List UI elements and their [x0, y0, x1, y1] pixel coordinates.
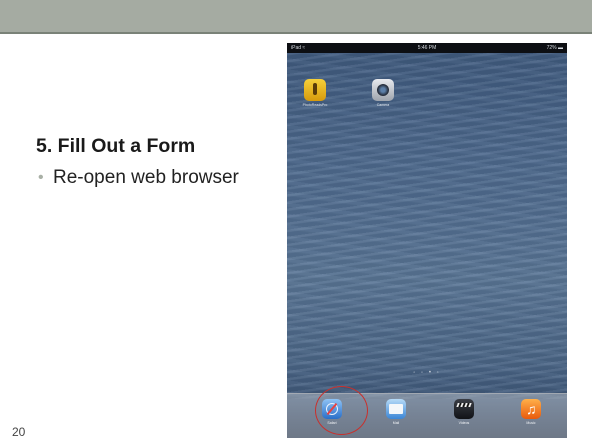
dock-app-videos[interactable]: Videos [447, 399, 481, 426]
status-time: 5:46 PM [417, 45, 437, 51]
app-photoreadpro[interactable]: PhotoReadsPro [298, 79, 332, 108]
app-label: Videos [458, 421, 470, 425]
slide-header-divider [0, 32, 592, 34]
app-label: PhotoReadsPro [302, 103, 328, 107]
ipad-screenshot: iPad ≈ 5:46 PM 72% ▬ PhotoReadsPro Camer… [287, 43, 567, 438]
slide-title: 5. Fill Out a Form [36, 135, 196, 157]
music-icon[interactable]: ♫ [521, 399, 541, 419]
bullet-dot-icon: • [38, 169, 44, 186]
slide-header-bar [0, 0, 592, 32]
app-label: Camera [376, 103, 390, 107]
bullet-text: Re-open web browser [53, 167, 239, 188]
app-label: Mail [392, 421, 400, 425]
camera-icon[interactable] [372, 79, 394, 101]
highlight-circle-safari [315, 386, 368, 435]
dock-app-mail[interactable]: Mail [379, 399, 413, 426]
mail-icon[interactable] [386, 399, 406, 419]
app-label: Music [526, 421, 536, 425]
photoreadpro-icon[interactable] [304, 79, 326, 101]
status-bar: iPad ≈ 5:46 PM 72% ▬ [287, 43, 567, 53]
status-battery: 72% ▬ [546, 45, 563, 51]
dock-app-music[interactable]: ♫ Music [514, 399, 548, 426]
slide-number: 20 [12, 425, 26, 439]
bullet-list: • Re-open web browser [36, 166, 256, 189]
videos-icon[interactable] [454, 399, 474, 419]
app-camera[interactable]: Camera [366, 79, 400, 108]
page-indicator[interactable]: ◦ ◦ • ◦ [287, 370, 567, 376]
bullet-item: • Re-open web browser [36, 166, 256, 189]
